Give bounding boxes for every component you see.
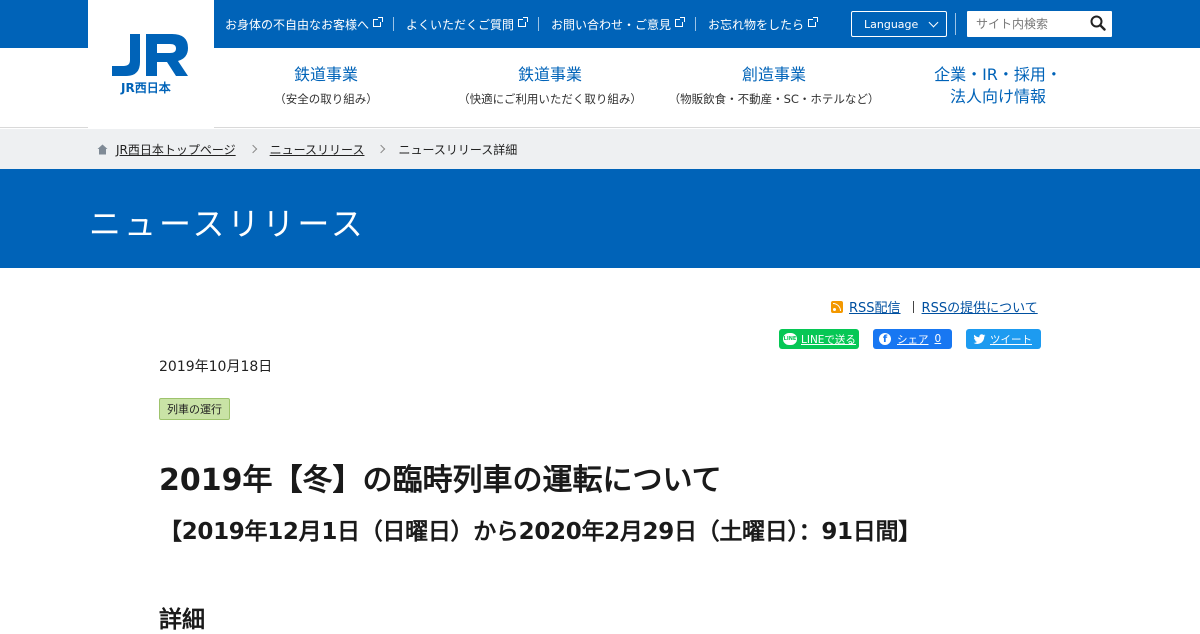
- search-icon: [1090, 15, 1106, 31]
- page-title: ニュースリリース: [89, 205, 366, 243]
- twitter-share-button[interactable]: ツイート: [966, 329, 1041, 349]
- language-label: Language: [864, 17, 919, 31]
- line-share-button[interactable]: LINE LINEで送る: [779, 329, 859, 349]
- contact-link[interactable]: お問い合わせ・ご意見: [551, 16, 686, 33]
- facebook-share-button[interactable]: f シェア 0: [873, 329, 952, 349]
- divider: [912, 300, 914, 313]
- rss-feed-link[interactable]: RSS配信: [849, 297, 901, 316]
- lost-items-link[interactable]: お忘れ物をしたら: [708, 16, 819, 33]
- language-select[interactable]: Language: [851, 11, 947, 37]
- line-icon: LINE: [783, 333, 797, 345]
- search-input[interactable]: [967, 11, 1082, 37]
- facebook-icon: f: [879, 333, 891, 345]
- page-header-banner: ニュースリリース: [0, 169, 1200, 268]
- utility-links: お身体の不自由なお客様へ よくいただくご質問 お問い合わせ・ご意見 お忘れ物をし…: [225, 15, 819, 33]
- rss-icon: [831, 300, 843, 313]
- search-box: [967, 11, 1112, 37]
- rss-links: RSS配信 RSSの提供について: [831, 297, 1038, 316]
- divider: [695, 17, 697, 31]
- divider: [955, 13, 956, 35]
- search-button[interactable]: [1088, 14, 1108, 34]
- home-icon: [97, 144, 108, 154]
- breadcrumb: JR西日本トップページ ニュースリリース ニュースリリース詳細: [0, 129, 1200, 169]
- chevron-right-icon: [377, 144, 386, 154]
- share-count: 0: [934, 333, 942, 345]
- twitter-bird-icon: [973, 333, 986, 344]
- breadcrumb-news-link[interactable]: ニュースリリース: [270, 141, 365, 158]
- divider: [538, 17, 540, 31]
- article-subtitle: 【2019年12月1日（日曜日）から2020年2月29日（土曜日）：91日間】: [159, 519, 921, 545]
- rss-about-link[interactable]: RSSの提供について: [922, 297, 1038, 316]
- article-title: 2019年【冬】の臨時列車の運転について: [159, 463, 722, 498]
- accessibility-link[interactable]: お身体の不自由なお客様へ: [225, 16, 384, 33]
- nav-corporate-info[interactable]: 企業・IR・採用・ 法人向け情報: [910, 48, 1086, 128]
- category-tag: 列車の運行: [159, 398, 230, 420]
- article-date: 2019年10月18日: [159, 359, 273, 375]
- external-link-icon: [808, 17, 819, 27]
- breadcrumb-current: ニュースリリース詳細: [398, 142, 518, 157]
- logo-text: JR西日本: [121, 81, 171, 95]
- chevron-right-icon: [248, 144, 257, 154]
- nav-railway-comfort[interactable]: 鉄道事業 （快適にご利用いただく取り組み）: [450, 48, 650, 128]
- chevron-down-icon: [928, 17, 939, 28]
- breadcrumb-top-link[interactable]: JR西日本トップページ: [116, 141, 236, 158]
- nav-creation-business[interactable]: 創造事業 （物販飲食・不動産・SC・ホテルなど）: [664, 48, 884, 128]
- divider: [393, 17, 395, 31]
- jr-logo-mark: [112, 34, 188, 76]
- external-link-icon: [518, 17, 529, 27]
- section-heading: 詳細: [159, 607, 205, 633]
- external-link-icon: [373, 17, 384, 27]
- nav-railway-safety[interactable]: 鉄道事業 （安全の取り組み）: [238, 48, 414, 128]
- jr-west-logo[interactable]: JR西日本: [88, 0, 214, 128]
- faq-link[interactable]: よくいただくご質問: [406, 16, 529, 33]
- external-link-icon: [675, 17, 686, 27]
